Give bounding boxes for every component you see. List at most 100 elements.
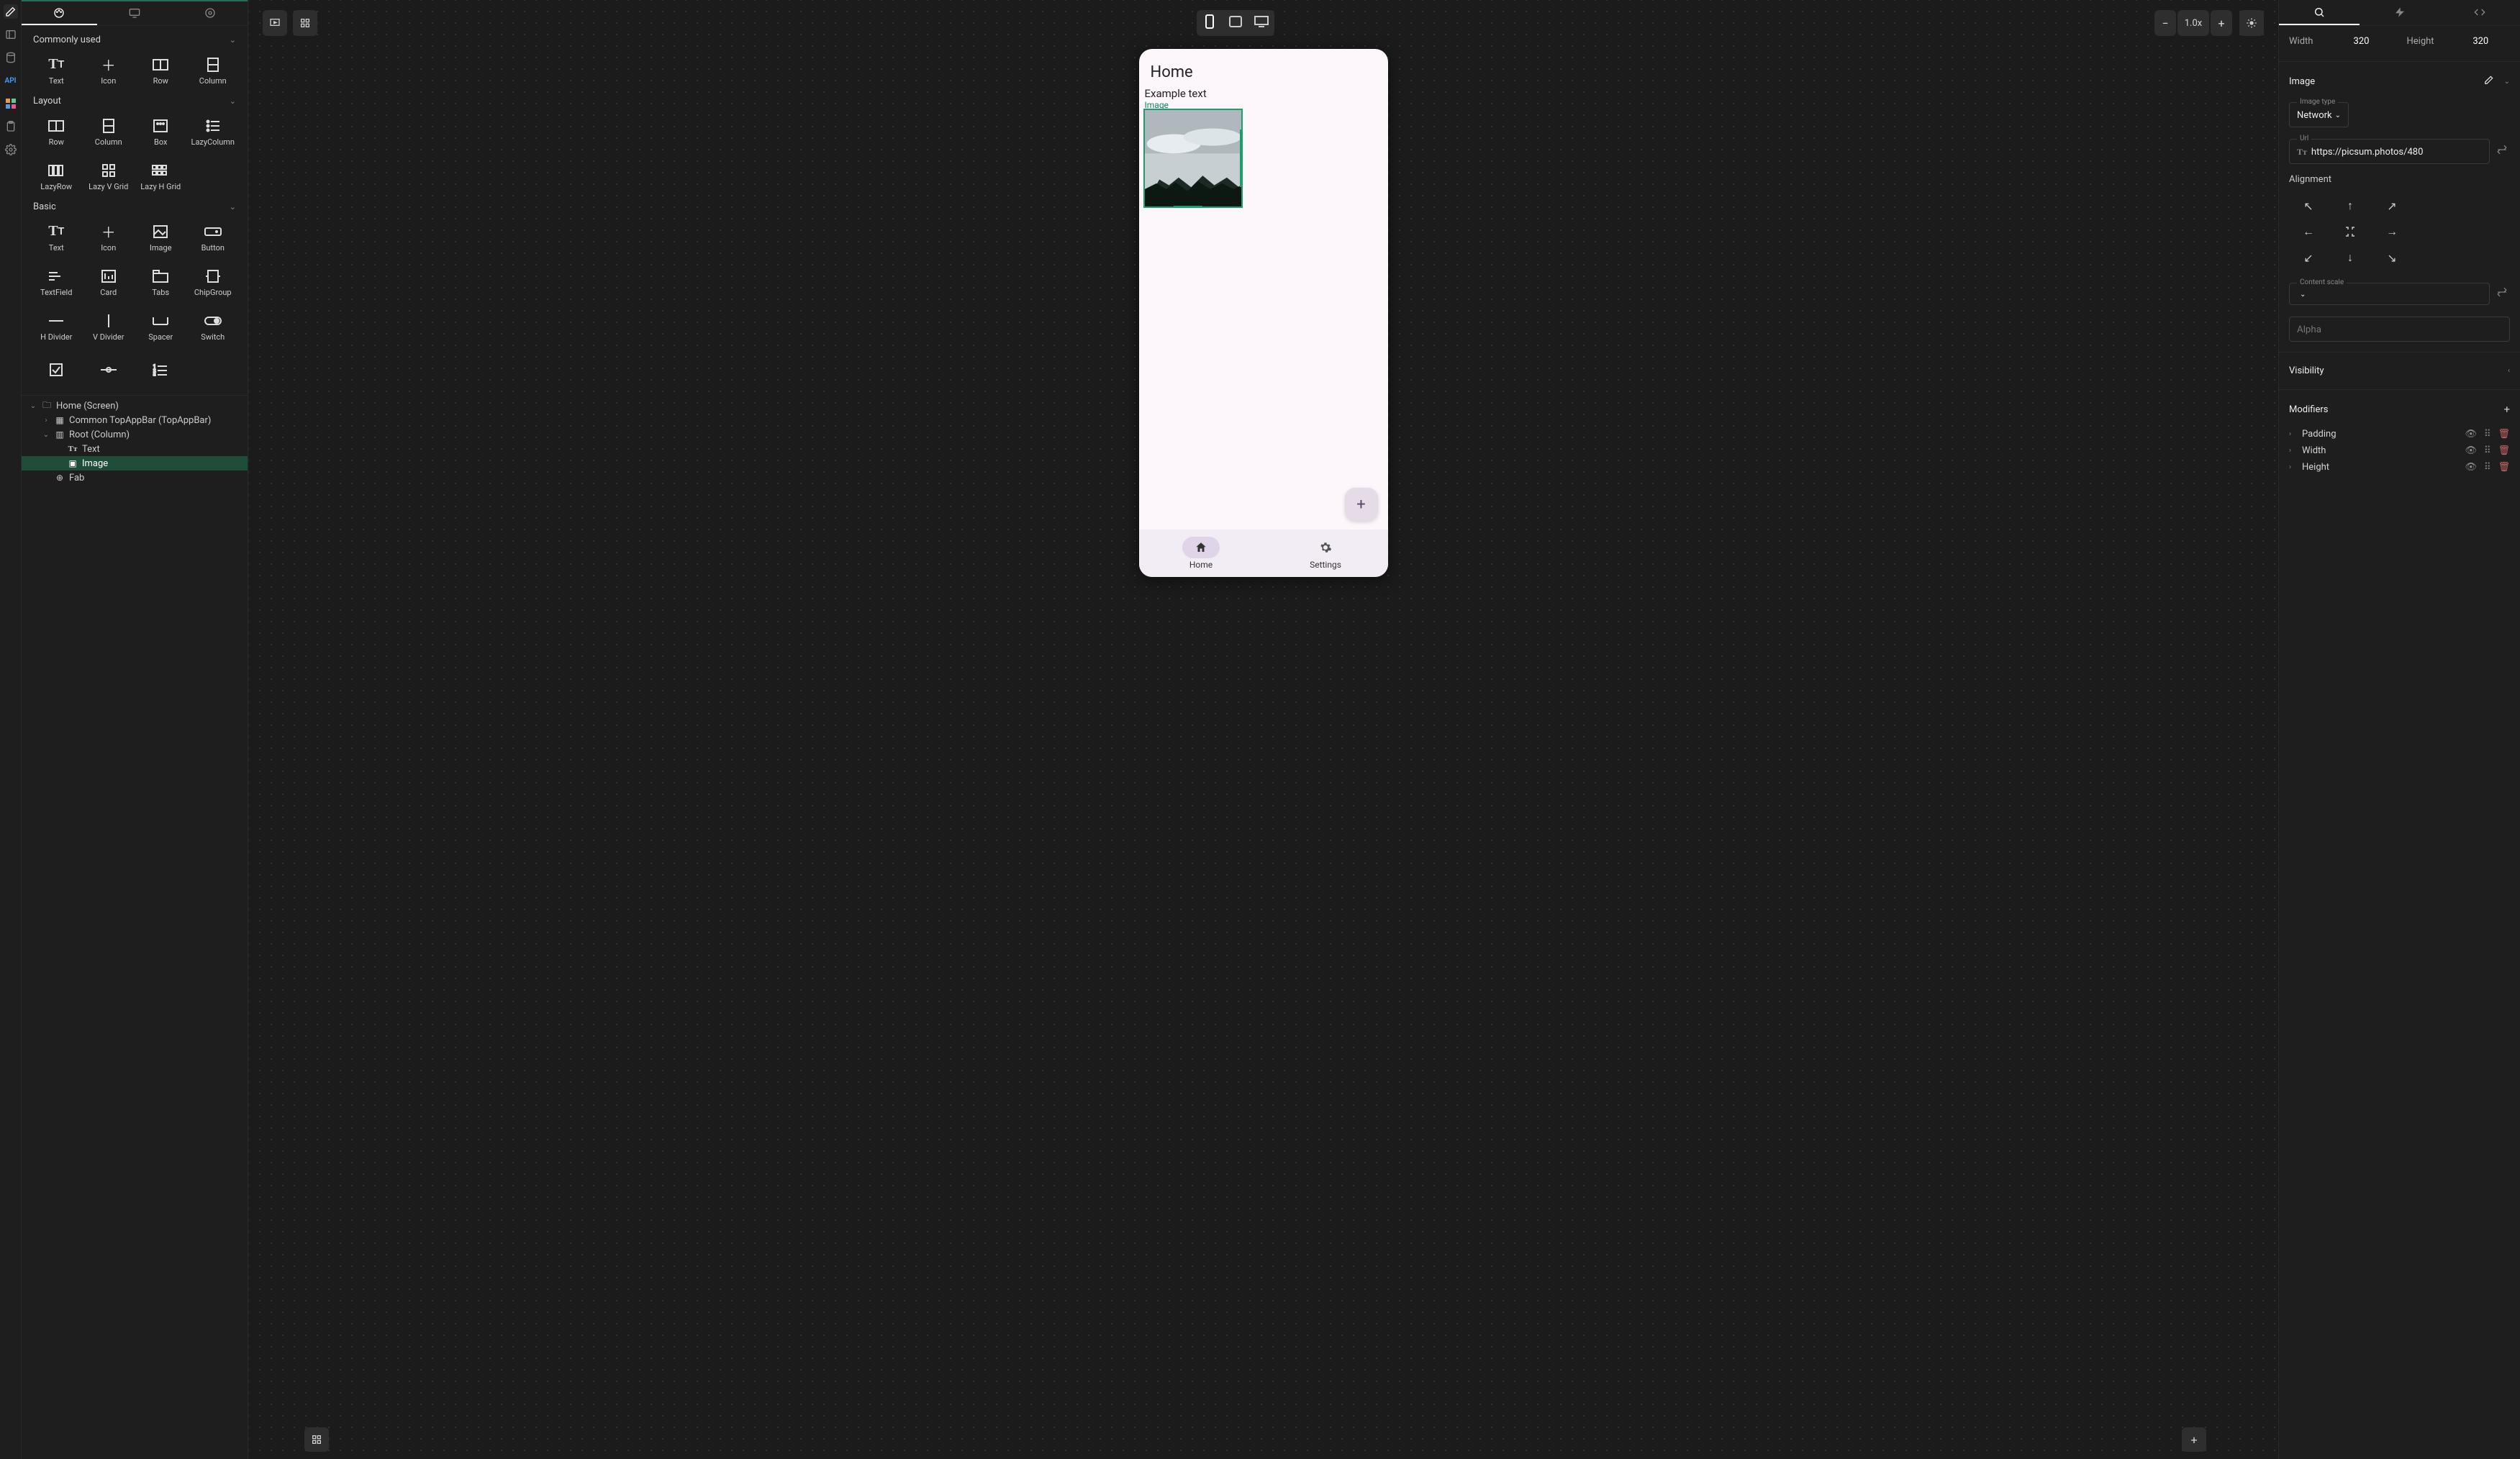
pal-image[interactable]: Image bbox=[135, 217, 187, 258]
tab-inspect[interactable] bbox=[2279, 0, 2360, 25]
drag-icon[interactable]: ⠿ bbox=[2484, 445, 2491, 456]
theme-toggle-button[interactable] bbox=[2239, 10, 2264, 36]
visibility-icon[interactable]: 👁 bbox=[2465, 445, 2477, 456]
bind-button[interactable] bbox=[2494, 284, 2510, 300]
delete-icon[interactable]: 🗑 bbox=[2498, 445, 2510, 456]
present-button[interactable] bbox=[263, 10, 287, 36]
pal-text[interactable]: TTText bbox=[30, 50, 83, 91]
tab-display[interactable] bbox=[97, 1, 173, 25]
rail-apps-icon[interactable] bbox=[4, 96, 18, 111]
pal-chipgroup[interactable]: ChipGroup bbox=[187, 261, 240, 303]
pal-lazyvgrid[interactable]: Lazy V Grid bbox=[83, 155, 135, 197]
pal-spacer[interactable]: Spacer bbox=[135, 306, 187, 347]
section-layout[interactable]: Layout ⌄ bbox=[30, 91, 239, 111]
chevron-right-icon: › bbox=[2289, 447, 2298, 455]
pal-vdivider[interactable]: V Divider bbox=[83, 306, 135, 347]
rail-db-icon[interactable] bbox=[4, 50, 18, 65]
delete-icon[interactable]: 🗑 bbox=[2498, 429, 2510, 440]
device-phone[interactable] bbox=[1200, 14, 1220, 32]
bind-button[interactable] bbox=[2494, 142, 2510, 158]
pal-tabs[interactable]: Tabs bbox=[135, 261, 187, 303]
pal-lazyrow[interactable]: LazyRow bbox=[30, 155, 83, 197]
align-bottom-right[interactable]: ↘ bbox=[2380, 248, 2404, 267]
rail-panel-icon[interactable] bbox=[4, 27, 18, 42]
pal-numlist[interactable]: 123 bbox=[135, 350, 187, 392]
modifier-height[interactable]: › Height 👁⠿🗑 bbox=[2289, 459, 2510, 476]
delete-icon[interactable]: 🗑 bbox=[2498, 462, 2510, 473]
tree-row-image[interactable]: ▣Image bbox=[22, 456, 248, 471]
align-left[interactable]: ← bbox=[2296, 222, 2321, 241]
nav-home[interactable]: Home bbox=[1139, 529, 1264, 577]
width-value[interactable]: 320 bbox=[2330, 36, 2392, 47]
url-input[interactable] bbox=[2311, 147, 2482, 158]
edit-icon[interactable] bbox=[2484, 75, 2494, 88]
zoom-in-button[interactable]: + bbox=[2211, 10, 2232, 36]
chevron-down-icon[interactable]: ⌄ bbox=[2504, 78, 2510, 86]
pal-checkbox[interactable] bbox=[30, 350, 83, 392]
modifier-padding[interactable]: › Padding 👁⠿🗑 bbox=[2289, 426, 2510, 442]
canvas-grid-button[interactable] bbox=[304, 1427, 329, 1452]
selected-image[interactable] bbox=[1145, 110, 1241, 206]
tree-row-home[interactable]: ⌄🗀Home (Screen) bbox=[22, 399, 248, 413]
zoom-out-button[interactable]: − bbox=[2154, 10, 2176, 36]
rail-api-icon[interactable]: API bbox=[4, 73, 18, 88]
pal-row2[interactable]: Row bbox=[30, 111, 83, 153]
canvas-add-button[interactable]: + bbox=[2182, 1427, 2206, 1452]
section-commonly-used[interactable]: Commonly used ⌄ bbox=[30, 30, 239, 50]
align-bottom[interactable]: ↓ bbox=[2338, 248, 2362, 267]
pal-hdivider[interactable]: H Divider bbox=[30, 306, 83, 347]
rail-clipboard-icon[interactable] bbox=[4, 119, 18, 134]
pal-lazycolumn[interactable]: LazyColumn bbox=[187, 111, 240, 153]
drag-icon[interactable]: ⠿ bbox=[2484, 429, 2491, 440]
grid-toggle-button[interactable] bbox=[293, 10, 317, 36]
add-modifier-button[interactable]: + bbox=[2503, 403, 2510, 416]
rail-settings-icon[interactable] bbox=[4, 142, 18, 157]
height-value[interactable]: 320 bbox=[2452, 36, 2510, 47]
device-tablet[interactable] bbox=[1225, 16, 1246, 30]
align-top-right[interactable]: ↗ bbox=[2380, 196, 2404, 215]
tab-config[interactable] bbox=[172, 1, 248, 25]
pal-row[interactable]: Row bbox=[135, 50, 187, 91]
align-right[interactable]: → bbox=[2380, 222, 2404, 241]
resize-handle-bottom[interactable] bbox=[1174, 206, 1202, 208]
align-center[interactable] bbox=[2338, 222, 2362, 241]
align-top-left[interactable]: ↖ bbox=[2296, 196, 2321, 215]
pal-column[interactable]: Column bbox=[187, 50, 240, 91]
section-basic[interactable]: Basic ⌄ bbox=[30, 197, 239, 217]
pal-column2[interactable]: Column bbox=[83, 111, 135, 153]
tab-actions[interactable] bbox=[2360, 0, 2440, 25]
tree-row-topappbar[interactable]: ›▦Common TopAppBar (TopAppBar) bbox=[22, 413, 248, 427]
image-type-dropdown[interactable]: Image type Network⌄ bbox=[2289, 102, 2349, 127]
tree-row-fab[interactable]: ⊕Fab bbox=[22, 471, 248, 485]
pal-box[interactable]: Box bbox=[135, 111, 187, 153]
rail-edit-icon[interactable] bbox=[4, 4, 18, 19]
modifier-width[interactable]: › Width 👁⠿🗑 bbox=[2289, 442, 2510, 459]
nav-settings[interactable]: Settings bbox=[1264, 529, 1388, 577]
visibility-icon[interactable]: 👁 bbox=[2465, 462, 2477, 473]
device-desktop[interactable] bbox=[1251, 16, 1272, 30]
drag-icon[interactable]: ⠿ bbox=[2484, 462, 2491, 473]
align-bottom-left[interactable]: ↙ bbox=[2296, 248, 2321, 267]
tree-row-root[interactable]: ⌄▥Root (Column) bbox=[22, 427, 248, 442]
pal-slider[interactable] bbox=[83, 350, 135, 392]
resize-handle-right[interactable] bbox=[1240, 129, 1242, 187]
align-top[interactable]: ↑ bbox=[2338, 196, 2362, 215]
pal-icon[interactable]: ＋Icon bbox=[83, 50, 135, 91]
alpha-input[interactable] bbox=[2297, 324, 2502, 335]
pal-switch[interactable]: Switch bbox=[187, 306, 240, 347]
visibility-section[interactable]: Visibility ‹ bbox=[2289, 363, 2510, 379]
alpha-field[interactable] bbox=[2289, 317, 2510, 342]
pal-textfield[interactable]: TextField bbox=[30, 261, 83, 303]
fab-button[interactable]: + bbox=[1345, 488, 1378, 521]
pal-icon2[interactable]: ＋Icon bbox=[83, 217, 135, 258]
tab-code[interactable] bbox=[2439, 0, 2520, 25]
pal-card[interactable]: Card bbox=[83, 261, 135, 303]
tab-palette[interactable] bbox=[22, 1, 97, 25]
pal-text2[interactable]: TTText bbox=[30, 217, 83, 258]
pal-lazyhgrid[interactable]: Lazy H Grid bbox=[135, 155, 187, 197]
tree-row-text[interactable]: TᴛText bbox=[22, 442, 248, 456]
content-scale-dropdown[interactable]: Content scale ⌄ bbox=[2289, 283, 2490, 305]
visibility-icon[interactable]: 👁 bbox=[2465, 429, 2477, 440]
pal-button[interactable]: Button bbox=[187, 217, 240, 258]
canvas[interactable]: − 1.0x + Home Example text Image + bbox=[248, 0, 2278, 1459]
